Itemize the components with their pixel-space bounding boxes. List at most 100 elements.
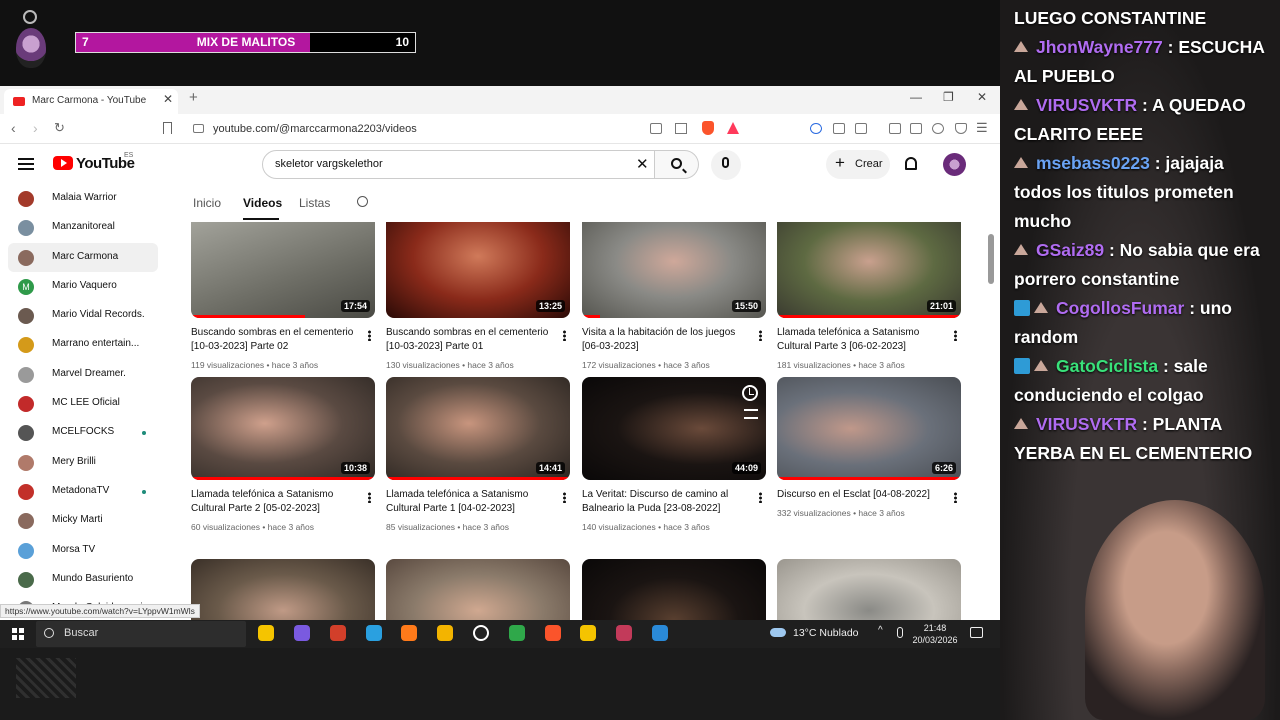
more-actions-icon[interactable] [368, 330, 371, 341]
add-to-queue-icon[interactable] [744, 409, 758, 419]
sidebar-item-channel[interactable]: MetadonaTV [8, 477, 158, 506]
youtube-logo-icon[interactable] [53, 156, 73, 170]
video-card[interactable]: 14:41 Llamada telefónica a Satanismo Cult… [386, 377, 570, 532]
search-input[interactable]: skeletor vargskelethor [275, 158, 383, 170]
video-thumbnail[interactable]: 10:38 [191, 377, 375, 480]
cloud-icon[interactable] [770, 628, 786, 637]
video-thumbnail[interactable]: 21:01 [777, 222, 961, 318]
video-thumbnail[interactable] [191, 559, 375, 620]
taskbar-app-icon[interactable] [545, 625, 561, 641]
video-thumbnail[interactable]: 15:50 [582, 222, 766, 318]
minimize-icon[interactable]: — [910, 90, 922, 104]
search-box[interactable]: skeletor vargskelethor ✕ [262, 150, 655, 179]
forward-icon[interactable]: › [33, 120, 38, 136]
tray-microphone-icon[interactable] [897, 627, 903, 638]
notification-center-icon[interactable] [970, 627, 983, 638]
wallet2-icon[interactable] [910, 123, 922, 134]
window-close-icon[interactable]: ✕ [977, 90, 987, 104]
video-card[interactable]: 44:09 La Veritat: Discurso de camino al B… [582, 377, 766, 532]
tray-expand-icon[interactable]: ^ [878, 625, 883, 636]
new-tab-button[interactable]: + [189, 89, 198, 106]
clear-search-icon[interactable]: ✕ [636, 155, 649, 173]
taskbar-app-icon[interactable] [401, 625, 417, 641]
video-card[interactable] [386, 559, 570, 620]
video-card[interactable] [777, 559, 961, 620]
video-title[interactable]: Buscando sombras en el cementerio [10-03… [191, 326, 355, 354]
video-thumbnail[interactable]: 14:41 [386, 377, 570, 480]
restore-icon[interactable]: ❐ [943, 90, 954, 104]
video-card[interactable]: 17:54 Buscando sombras en el cementerio [… [191, 222, 375, 370]
bookmark-icon[interactable] [163, 122, 172, 134]
video-title[interactable]: Visita a la habitación de los juegos [06… [582, 326, 746, 354]
taskbar-app-icon[interactable] [580, 625, 596, 641]
sidebar-item-channel[interactable]: Marrano entertain... [8, 330, 158, 359]
taskbar-search[interactable]: Buscar [36, 621, 246, 647]
menu-icon[interactable]: ☰ [976, 120, 988, 136]
clock[interactable]: 21:48 20/03/2026 [906, 622, 964, 646]
tab-inicio[interactable]: Inicio [193, 196, 221, 210]
brave-rewards-icon[interactable] [727, 122, 739, 134]
sidebar-item-channel[interactable]: M Mario Vaquero [8, 272, 158, 301]
sidebar-item-channel[interactable]: Mario Vidal Records. [8, 301, 158, 330]
notifications-bell-icon[interactable] [905, 157, 917, 170]
sidebar-item-channel[interactable]: Marvel Dreamer. [8, 360, 158, 389]
search-button[interactable] [655, 150, 699, 179]
taskbar-app-icon[interactable] [437, 625, 453, 641]
video-title[interactable]: Llamada telefónica a Satanismo Cultural … [386, 488, 550, 516]
video-card[interactable]: 6:26 Discurso en el Esclat [04-08-2022] 33… [777, 377, 961, 518]
more-actions-icon[interactable] [759, 330, 762, 341]
taskbar-app-icon[interactable] [616, 625, 632, 641]
voice-search-button[interactable] [711, 150, 741, 180]
site-info-icon[interactable] [193, 124, 204, 133]
channel-search-icon[interactable] [357, 196, 368, 207]
taskbar-app-icon[interactable] [366, 625, 382, 641]
video-title[interactable]: Buscando sombras en el cementerio [10-03… [386, 326, 550, 354]
browser-tab[interactable]: Marc Carmona - YouTube ✕ [4, 89, 178, 114]
reload-icon[interactable]: ↻ [54, 120, 65, 136]
leo-icon[interactable] [855, 123, 867, 134]
wallet-icon[interactable] [810, 123, 822, 134]
ai-icon[interactable] [932, 123, 944, 134]
taskbar-app-icon[interactable] [652, 625, 668, 641]
tab-listas[interactable]: Listas [299, 196, 330, 210]
more-actions-icon[interactable] [954, 330, 957, 341]
sidebar-item-channel[interactable]: Micky Marti [8, 506, 158, 535]
sidebar-item-channel[interactable]: Manzanitoreal [8, 213, 158, 242]
video-title[interactable]: La Veritat: Discurso de camino al Balnea… [582, 488, 746, 516]
tab-close-icon[interactable]: ✕ [163, 92, 173, 106]
video-card[interactable] [582, 559, 766, 620]
watch-later-icon[interactable] [742, 385, 758, 401]
taskbar-app-icon[interactable] [509, 625, 525, 641]
extensions-icon[interactable] [833, 123, 845, 134]
video-title[interactable]: Llamada telefónica a Satanismo Cultural … [191, 488, 355, 516]
tab-videos[interactable]: Videos [243, 196, 282, 210]
sidebar-item-channel[interactable]: Mery Brilli [8, 448, 158, 477]
create-button[interactable]: + Crear [826, 150, 890, 179]
video-thumbnail[interactable]: 6:26 [777, 377, 961, 480]
more-actions-icon[interactable] [563, 330, 566, 341]
video-card[interactable]: 21:01 Llamada telefónica a Satanismo Cult… [777, 222, 961, 370]
more-actions-icon[interactable] [563, 492, 566, 503]
cast-icon[interactable] [650, 123, 662, 134]
weather-status[interactable]: 13°C Nublado [793, 627, 859, 639]
vpn-icon[interactable] [955, 123, 967, 134]
sidebar-item-channel[interactable]: MCELFOCKS [8, 418, 158, 447]
more-actions-icon[interactable] [759, 492, 762, 503]
more-actions-icon[interactable] [368, 492, 371, 503]
taskbar-app-icon[interactable] [258, 625, 274, 641]
sidebar-item-channel[interactable]: MC LEE Oficial [8, 389, 158, 418]
video-title[interactable]: Llamada telefónica a Satanismo Cultural … [777, 326, 941, 354]
video-title[interactable]: Discurso en el Esclat [04-08-2022] [777, 488, 941, 502]
sidebar-item-channel[interactable]: Malaia Warrior [8, 184, 158, 213]
video-thumbnail[interactable] [582, 559, 766, 620]
video-thumbnail[interactable]: 44:09 [582, 377, 766, 480]
video-card[interactable] [191, 559, 375, 620]
video-thumbnail[interactable]: 13:25 [386, 222, 570, 318]
hamburger-menu-icon[interactable] [18, 158, 34, 170]
page-scrollbar[interactable] [988, 234, 994, 284]
video-thumbnail[interactable] [777, 559, 961, 620]
video-thumbnail[interactable] [386, 559, 570, 620]
sidebar-item-channel[interactable]: Morsa TV [8, 536, 158, 565]
taskbar-app-icon[interactable] [330, 625, 346, 641]
brave-shields-icon[interactable] [702, 121, 714, 135]
